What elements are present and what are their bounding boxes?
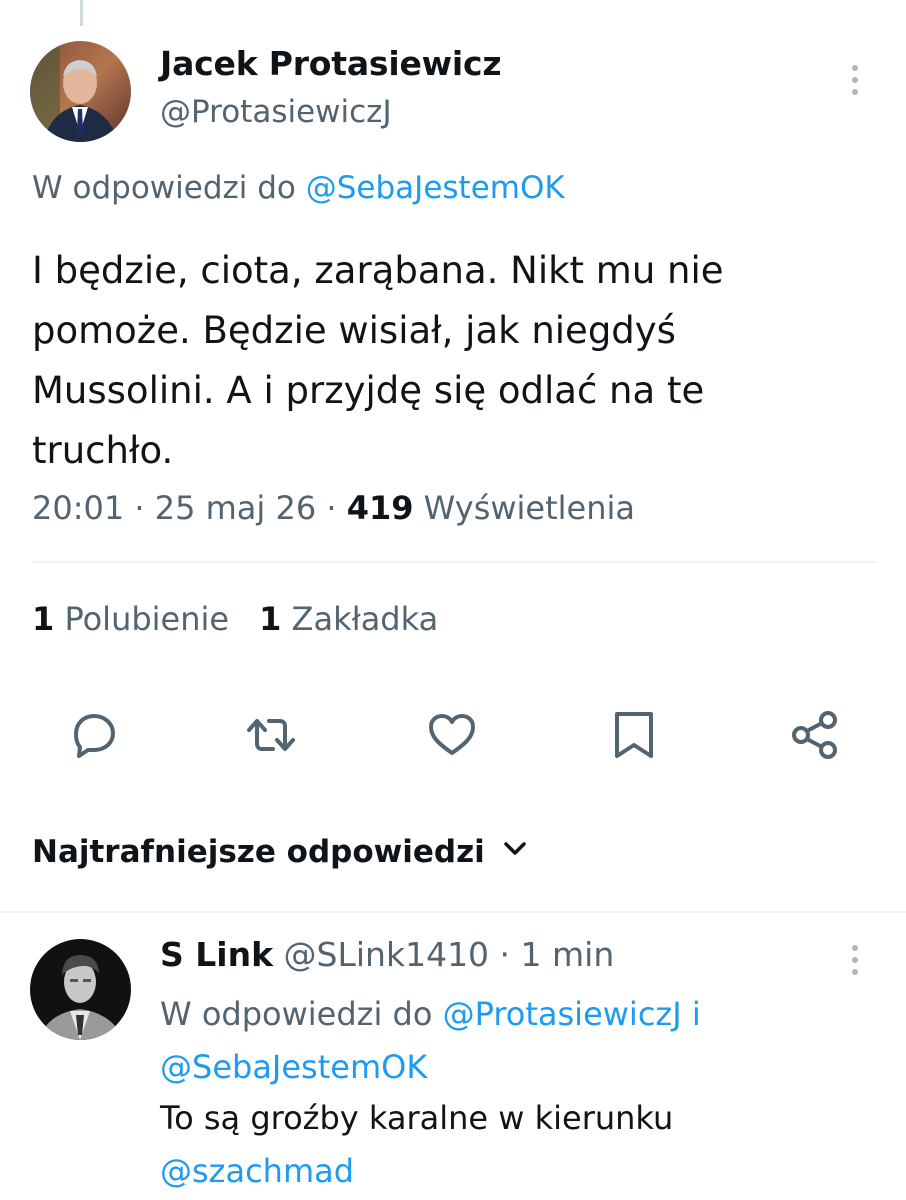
tweet-stats: 1 Polubienie 1 Zakładka xyxy=(32,600,438,638)
reply-more-options-icon[interactable] xyxy=(840,938,870,982)
reply-to-user1-link[interactable]: @ProtasiewiczJ xyxy=(443,995,682,1033)
reply-to-joiner: i xyxy=(681,995,701,1033)
reply-author-handle[interactable]: @SLink1410 xyxy=(284,935,490,974)
bookmark-icon[interactable] xyxy=(607,708,661,762)
reply-to-user2-link[interactable]: @SebaJestemOK xyxy=(160,1048,427,1086)
reply-context: W odpowiedzi do @SebaJestemOK xyxy=(32,170,565,206)
author-handle[interactable]: @ProtasiewiczJ xyxy=(160,94,392,130)
more-options-icon[interactable] xyxy=(840,58,870,102)
section-divider xyxy=(0,911,906,913)
reply-header: S Link @SLink1410 · 1 min xyxy=(160,935,615,974)
heart-icon[interactable] xyxy=(425,708,479,762)
replies-section-title: Najtrafniejsze odpowiedzi xyxy=(32,834,485,870)
views-label: Wyświetlenia xyxy=(423,489,636,527)
divider xyxy=(32,561,876,563)
share-icon[interactable] xyxy=(788,708,842,762)
reply-time[interactable]: 1 min xyxy=(521,935,615,974)
meta-separator: · xyxy=(316,489,347,527)
likes-stat[interactable]: 1 Polubienie xyxy=(32,600,229,638)
thread-connector-line xyxy=(80,0,83,26)
reply-author-name[interactable]: S Link xyxy=(160,935,273,974)
views-count: 419 xyxy=(346,489,414,527)
tweet-date[interactable]: 25 maj 26 xyxy=(155,489,316,527)
meta-separator: · xyxy=(124,489,155,527)
bookmarks-label: Zakładka xyxy=(291,600,439,638)
author-name[interactable]: Jacek Protasiewicz xyxy=(160,44,502,83)
likes-label: Polubienie xyxy=(64,600,230,638)
replies-sort-dropdown[interactable]: Najtrafniejsze odpowiedzi xyxy=(32,834,529,870)
likes-count: 1 xyxy=(32,600,55,638)
retweet-icon[interactable] xyxy=(244,708,298,762)
reply-context-prefix: W odpowiedzi do xyxy=(32,170,306,206)
reply-text: To są groźby karalne w kierunku @szachma… xyxy=(160,1092,800,1198)
tweet-meta: 20:01 · 25 maj 26 · 419 Wyświetlenia xyxy=(32,489,635,527)
reply-context-prefix: W odpowiedzi do xyxy=(160,995,443,1033)
reply-mention-link[interactable]: @szachmad xyxy=(160,1152,354,1190)
reply-text-line: To są groźby karalne w kierunku xyxy=(160,1099,674,1137)
bookmarks-count: 1 xyxy=(259,600,282,638)
tweet-time[interactable]: 20:01 xyxy=(32,489,124,527)
author-avatar[interactable] xyxy=(30,41,131,142)
reply-reply-context: W odpowiedzi do @ProtasiewiczJ i @SebaJe… xyxy=(160,988,800,1094)
reply-author-avatar[interactable] xyxy=(30,939,131,1040)
tweet-text: I będzie, ciota, zarąbana. Nikt mu nie p… xyxy=(32,249,724,472)
bookmarks-stat[interactable]: 1 Zakładka xyxy=(259,600,438,638)
chevron-down-icon xyxy=(501,834,529,870)
reply-icon[interactable] xyxy=(67,708,121,762)
reply-to-user-link[interactable]: @SebaJestemOK xyxy=(306,170,565,206)
